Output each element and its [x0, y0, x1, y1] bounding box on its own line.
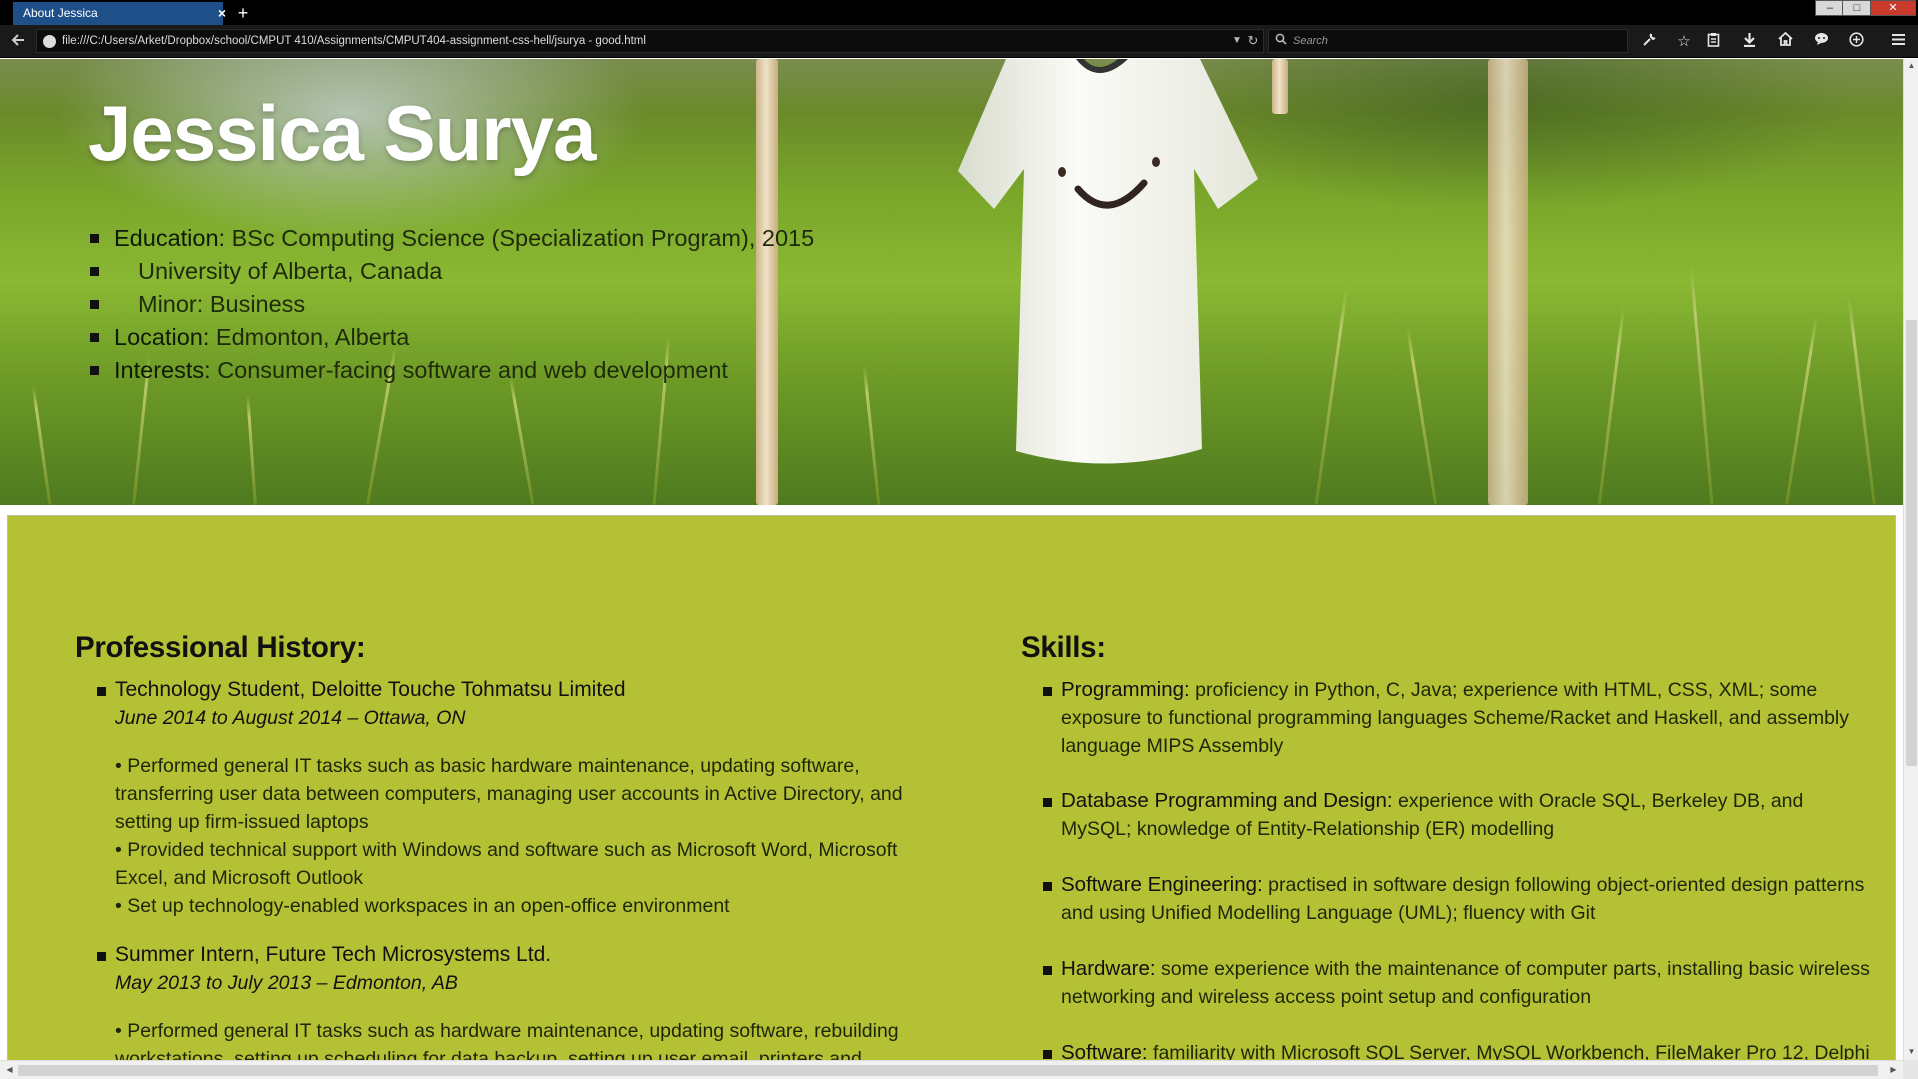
- grass-blade: [1785, 315, 1818, 505]
- grass-blade: [31, 385, 52, 505]
- bullet-icon: [1043, 798, 1052, 807]
- grass-blade: [1689, 265, 1714, 505]
- education-value: BSc Computing Science (Specialization Pr…: [231, 225, 815, 251]
- bullet-icon: [1043, 882, 1052, 891]
- profile-summary-list: Education: BSc Computing Science (Specia…: [90, 222, 814, 387]
- globe-icon: [43, 35, 56, 48]
- vertical-scrollbar[interactable]: ▲ ▼: [1903, 59, 1918, 1060]
- skill-item: Database Programming and Design: experie…: [1043, 787, 1871, 843]
- education-minor: Minor: Business: [90, 288, 814, 321]
- bullet-icon: [97, 687, 106, 696]
- skill-name: Programming:: [1061, 678, 1190, 701]
- skill-item: Software Engineering: practised in softw…: [1043, 871, 1871, 927]
- horizontal-scroll-thumb[interactable]: [18, 1065, 1878, 1076]
- scroll-down-arrow-icon[interactable]: ▼: [1904, 1047, 1918, 1056]
- job-dates: May 2013 to July 2013 – Edmonton, AB: [115, 972, 458, 994]
- grass-blade: [1314, 285, 1349, 505]
- job-duties: • Performed general IT tasks such as har…: [115, 1017, 915, 1060]
- scroll-up-arrow-icon[interactable]: ▲: [1904, 61, 1918, 70]
- duty-item: • Provided technical support with Window…: [115, 839, 898, 889]
- vertical-scroll-thumb[interactable]: [1906, 320, 1917, 766]
- skill-name: Database Programming and Design:: [1061, 789, 1393, 812]
- restore-button[interactable]: □: [1842, 0, 1872, 16]
- search-input[interactable]: [1293, 32, 1613, 50]
- job-entry: Technology Student, Deloitte Touche Tohm…: [97, 676, 975, 920]
- scroll-right-arrow-icon[interactable]: ▶: [1886, 1065, 1901, 1074]
- minor-text: Minor: Business: [138, 291, 306, 317]
- address-bar[interactable]: file:///C:/Users/Arket/Dropbox/school/CM…: [36, 29, 1264, 53]
- skill-item: Software: familiarity with Microsoft SQL…: [1043, 1039, 1871, 1060]
- star-icon[interactable]: ☆: [1673, 32, 1695, 52]
- page-title: Jessica Surya: [88, 89, 596, 177]
- clothespin-stick: [1272, 59, 1288, 114]
- location-item: Location: Edmonton, Alberta: [90, 321, 814, 354]
- education-item: Education: BSc Computing Science (Specia…: [90, 222, 814, 255]
- search-box[interactable]: [1268, 29, 1628, 53]
- chat-icon[interactable]: [1810, 32, 1832, 52]
- tab-strip: About Jessica × + – □ ✕: [0, 0, 1918, 25]
- new-tab-button[interactable]: +: [233, 2, 253, 25]
- job-duties: • Performed general IT tasks such as bas…: [115, 752, 915, 920]
- professional-history-heading: Professional History:: [75, 631, 366, 664]
- navigation-toolbar: file:///C:/Users/Arket/Dropbox/school/CM…: [0, 25, 1918, 58]
- grass-blade: [246, 395, 257, 505]
- address-text[interactable]: file:///C:/Users/Arket/Dropbox/school/CM…: [62, 30, 646, 52]
- home-icon[interactable]: [1774, 31, 1796, 52]
- tab-title: About Jessica: [23, 6, 98, 20]
- skill-name: Software:: [1061, 1041, 1148, 1060]
- search-icon: [1275, 30, 1289, 52]
- skill-name: Software Engineering:: [1061, 873, 1263, 896]
- clipboard-icon[interactable]: [1702, 32, 1724, 52]
- education-university: University of Alberta, Canada: [90, 255, 814, 288]
- close-window-button[interactable]: ✕: [1870, 0, 1916, 16]
- education-label: Education:: [114, 225, 226, 251]
- job-dates: June 2014 to August 2014 – Ottawa, ON: [115, 707, 466, 729]
- job-title: Summer Intern, Future Tech Microsystems …: [115, 943, 552, 966]
- wooden-post: [1488, 59, 1528, 505]
- details-panel: Professional History: Technology Student…: [7, 515, 1896, 1060]
- tab-close-icon[interactable]: ×: [213, 2, 231, 25]
- scrollbar-corner: [1903, 1060, 1918, 1079]
- grass-blade: [1847, 295, 1876, 505]
- bullet-icon: [1043, 1050, 1052, 1059]
- minimize-button[interactable]: –: [1815, 0, 1845, 16]
- chevron-down-icon[interactable]: ▼: [1230, 30, 1244, 52]
- shield-icon[interactable]: [1845, 32, 1867, 52]
- job-entry: Summer Intern, Future Tech Microsystems …: [97, 941, 975, 1060]
- horizontal-scrollbar[interactable]: ◀ ▶: [0, 1060, 1903, 1079]
- skills-heading: Skills:: [1021, 631, 1106, 664]
- page-viewport: Jessica Surya Education: BSc Computing S…: [0, 59, 1903, 1060]
- grass-blade: [1405, 325, 1438, 505]
- skill-text: familiarity with Microsoft SQL Server, M…: [1153, 1042, 1870, 1060]
- grass-blade: [508, 375, 535, 505]
- bullet-icon: [1043, 966, 1052, 975]
- bullet-icon: [1043, 687, 1052, 696]
- skill-name: Hardware:: [1061, 957, 1156, 980]
- interests-label: Interests:: [114, 357, 211, 383]
- skill-text: some experience with the maintenance of …: [1061, 958, 1870, 1008]
- interests-item: Interests: Consumer-facing software and …: [90, 354, 814, 387]
- interests-value: Consumer-facing software and web develop…: [217, 357, 728, 383]
- back-arrow-icon[interactable]: [8, 33, 28, 51]
- grass-blade: [862, 365, 881, 505]
- menu-icon[interactable]: [1887, 32, 1909, 52]
- hero-banner: Jessica Surya Education: BSc Computing S…: [0, 59, 1903, 505]
- smiley-tshirt-image: [958, 59, 1258, 464]
- location-label: Location:: [114, 324, 210, 350]
- duty-item: • Performed general IT tasks such as bas…: [115, 755, 903, 833]
- university-text: University of Alberta, Canada: [138, 258, 443, 284]
- wrench-icon[interactable]: [1638, 32, 1660, 52]
- job-title: Technology Student, Deloitte Touche Tohm…: [115, 678, 626, 701]
- duty-item: • Performed general IT tasks such as har…: [115, 1020, 899, 1060]
- download-icon[interactable]: [1738, 32, 1760, 52]
- grass-blade: [1597, 305, 1626, 505]
- skill-item: Programming: proficiency in Python, C, J…: [1043, 676, 1871, 760]
- skill-item: Hardware: some experience with the maint…: [1043, 955, 1871, 1011]
- tab-about-jessica[interactable]: About Jessica ×: [13, 2, 226, 25]
- bullet-icon: [97, 952, 106, 961]
- duty-item: • Set up technology-enabled workspaces i…: [115, 895, 730, 917]
- reload-icon[interactable]: ↻: [1245, 30, 1261, 52]
- scroll-left-arrow-icon[interactable]: ◀: [2, 1065, 17, 1074]
- location-value: Edmonton, Alberta: [215, 324, 410, 350]
